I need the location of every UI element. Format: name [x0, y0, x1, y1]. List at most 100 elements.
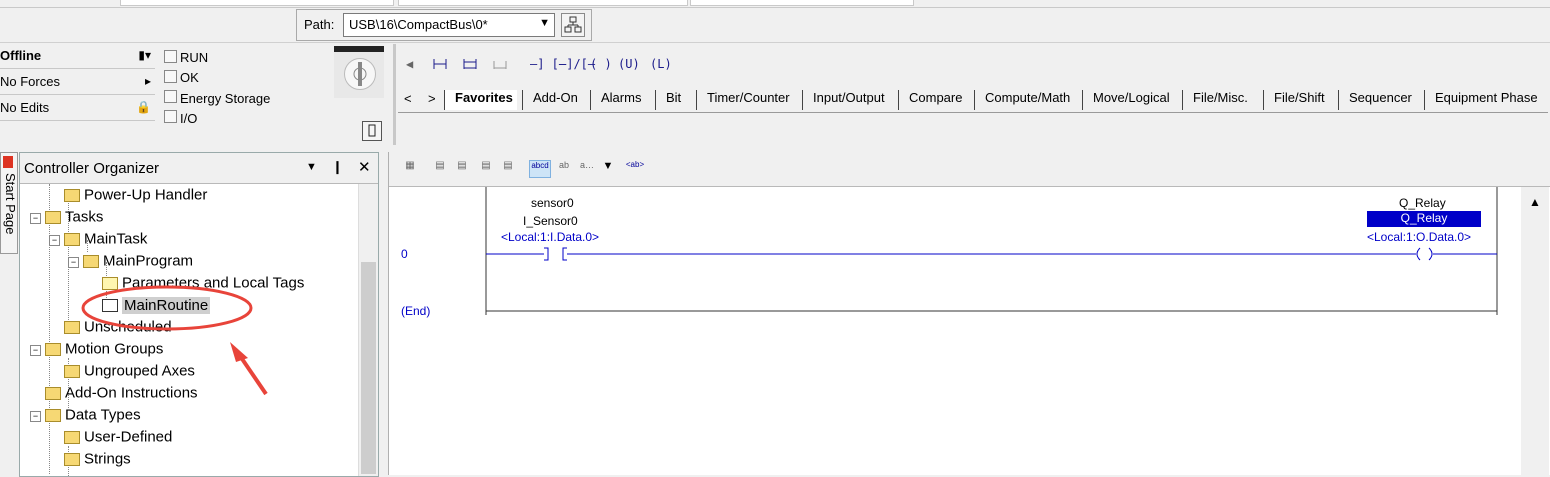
show-operands-toggle[interactable]: <ab>	[623, 160, 647, 176]
dropdown-icon[interactable]: ▮▾	[138, 48, 151, 62]
top-tab-segment[interactable]	[690, 0, 914, 6]
tab-scroll-right-icon[interactable]: >	[428, 91, 436, 106]
collapse-icon[interactable]: −	[68, 257, 79, 268]
start-page-side-tab[interactable]: Start Page	[0, 152, 18, 254]
branch-icon[interactable]	[462, 58, 478, 70]
palette-tab-bar: < > Favorites Add-On Alarms Bit Timer/Co…	[398, 88, 1548, 113]
controller-properties-button[interactable]	[362, 121, 382, 141]
top-strip	[0, 0, 1550, 8]
start-page-icon	[3, 156, 13, 168]
chevron-down-icon[interactable]: ▼	[539, 17, 550, 29]
tab-sequencer[interactable]: Sequencer	[1338, 90, 1416, 110]
tree-node-maintask[interactable]: MainTask	[64, 230, 147, 252]
verify-routine-icon[interactable]: ▦	[401, 160, 419, 176]
scroll-left-icon[interactable]: ◀	[406, 57, 413, 71]
accept-rung-icon[interactable]: ▤	[453, 160, 471, 176]
tab-equipment-phase[interactable]: Equipment Phase	[1424, 90, 1542, 110]
xic-contact-left[interactable]	[544, 247, 549, 261]
chevron-right-icon[interactable]: ▸	[145, 74, 151, 88]
tab-file-shift[interactable]: File/Shift	[1263, 90, 1329, 110]
tab-timer-counter[interactable]: Timer/Counter	[696, 90, 794, 110]
scrollbar-thumb[interactable]	[361, 262, 376, 474]
chevron-down-icon[interactable]: ▼	[306, 161, 317, 173]
test-edits-icon[interactable]: ▤	[477, 160, 495, 176]
path-box: Path: USB\16\CompactBus\0* ▼	[296, 9, 592, 41]
data-type-folder-icon	[64, 430, 80, 444]
tree-node-strings[interactable]: Strings	[64, 450, 131, 472]
annotation-ellipse	[81, 285, 253, 331]
xic-contact-right[interactable]	[562, 247, 567, 261]
keyswitch-icon	[334, 46, 384, 98]
close-icon[interactable]: ✕	[358, 158, 371, 176]
coil-tag-selected[interactable]: Q_Relay	[1367, 211, 1481, 227]
folder-icon	[64, 364, 80, 378]
ote-coil-right[interactable]	[1428, 247, 1433, 261]
branch-level-icon[interactable]	[492, 58, 508, 70]
program-icon	[83, 254, 99, 268]
tab-scroll-left-icon[interactable]: <	[404, 91, 412, 106]
lock-icon[interactable]: 🔒	[136, 100, 151, 114]
organizer-title: Controller Organizer	[24, 160, 160, 177]
tree-node-power-up-handler[interactable]: Power-Up Handler	[64, 186, 207, 208]
collapse-icon[interactable]: −	[30, 213, 41, 224]
organizer-title-bar: Controller Organizer ▼ ❙ ✕	[20, 153, 378, 184]
collapse-icon[interactable]: −	[30, 411, 41, 422]
organizer-scrollbar[interactable]	[358, 184, 378, 476]
network-browse-button[interactable]	[561, 13, 585, 37]
edits-row[interactable]: No Edits 🔒	[0, 96, 155, 121]
tab-input-output[interactable]: Input/Output	[802, 90, 889, 110]
run-checkbox	[164, 50, 177, 63]
tab-bit[interactable]: Bit	[655, 90, 686, 110]
show-aliases-toggle[interactable]: a​b	[555, 160, 573, 176]
collapse-icon[interactable]: −	[49, 235, 60, 246]
otl-icon[interactable]: (L)	[650, 57, 672, 71]
folder-icon	[64, 188, 80, 202]
folder-icon	[64, 320, 80, 334]
tab-file-misc[interactable]: File/Misc.	[1182, 90, 1252, 110]
rung-icon[interactable]	[432, 58, 448, 70]
tab-compute-math[interactable]: Compute/Math	[974, 90, 1075, 110]
ladder-editor: ▦ ▤ ▤ ▤ ▤ abcd a​b a… ▼ <ab> sensor0 I_S…	[388, 152, 1550, 475]
tab-alarms[interactable]: Alarms	[590, 90, 646, 110]
ote-icon[interactable]: ( )	[590, 57, 612, 71]
tree-node-user-defined[interactable]: User-Defined	[64, 428, 172, 450]
tab-favorites[interactable]: Favorites	[444, 90, 517, 110]
folder-icon	[45, 210, 61, 224]
forces-row[interactable]: No Forces ▸	[0, 70, 155, 95]
top-tab-segment[interactable]	[120, 0, 394, 6]
tree-node-data-types[interactable]: Data Types	[45, 406, 141, 428]
tab-move-logical[interactable]: Move/Logical	[1082, 90, 1174, 110]
data-type-folder-icon	[64, 452, 80, 466]
tree-node-mainprogram[interactable]: MainProgram	[83, 252, 193, 274]
edits-status: No Edits	[0, 100, 50, 115]
tree-node-tasks[interactable]: Tasks	[45, 208, 103, 230]
otu-icon[interactable]: (U)	[618, 57, 640, 71]
scroll-up-icon[interactable]: ▲	[1529, 195, 1541, 209]
controller-status-panel: Offline ▮▾ No Forces ▸ No Edits 🔒 RUN OK…	[0, 44, 394, 145]
mode-row[interactable]: Offline ▮▾	[0, 44, 155, 69]
path-bar: Path: USB\16\CompactBus\0* ▼	[0, 8, 1550, 43]
instruction-palette: ◀ —] [— —]/[— ( ) (U) (L) < > Favorites …	[396, 44, 1550, 145]
forces-status: No Forces	[0, 74, 60, 89]
chevron-down-icon[interactable]: ▼	[599, 160, 617, 176]
contact-tag[interactable]: I_Sensor0	[523, 214, 578, 228]
top-tab-segment[interactable]	[398, 0, 688, 6]
folder-icon	[45, 386, 61, 400]
coil-description: Q_Relay	[1399, 196, 1446, 210]
key-dial	[344, 58, 376, 90]
tab-add-on[interactable]: Add-On	[522, 90, 582, 110]
ote-coil-left[interactable]	[1416, 247, 1421, 261]
show-descriptions-toggle[interactable]: abcd	[529, 160, 551, 178]
ok-label: OK	[180, 70, 199, 85]
coil-alias: <Local:1:O.Data.0>	[1367, 230, 1472, 244]
collapse-icon[interactable]: −	[30, 345, 41, 356]
pin-icon[interactable]: ❙	[332, 159, 343, 175]
edit-rung-icon[interactable]: ▤	[431, 160, 449, 176]
network-icon	[564, 16, 582, 33]
assemble-edits-icon[interactable]: ▤	[499, 160, 517, 176]
tab-compare[interactable]: Compare	[898, 90, 967, 110]
path-select[interactable]: USB\16\CompactBus\0* ▼	[343, 13, 555, 37]
editor-scrollbar[interactable]: ▲	[1521, 187, 1549, 475]
text-options-button[interactable]: a…	[575, 160, 599, 176]
run-label: RUN	[180, 50, 209, 65]
